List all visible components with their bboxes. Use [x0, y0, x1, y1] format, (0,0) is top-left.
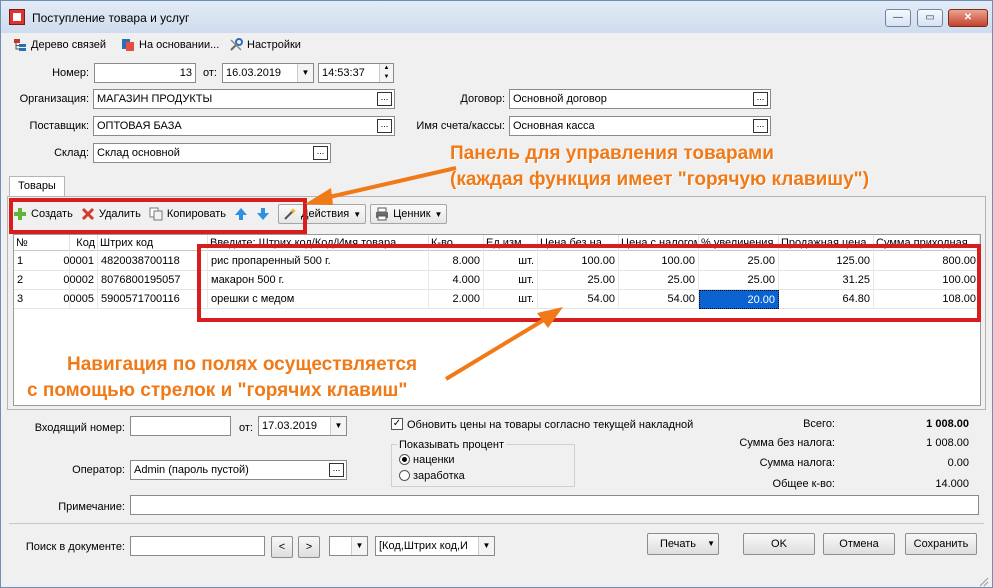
- without-tax-value: 1 008.00: [926, 437, 969, 449]
- tax-label: Сумма налога:: [759, 457, 835, 469]
- total-value: 1 008.00: [926, 418, 969, 430]
- earnings-radio-label: заработка: [413, 470, 465, 482]
- operator-select-button[interactable]: ...: [329, 463, 344, 477]
- chevron-down-icon[interactable]: ▼: [330, 417, 346, 435]
- incoming-from-label: от:: [239, 422, 253, 434]
- incoming-date-value: 17.03.2019: [262, 420, 318, 432]
- note-label: Примечание:: [58, 501, 125, 513]
- note-field[interactable]: [130, 495, 979, 515]
- markup-radio[interactable]: [399, 454, 410, 465]
- annotation-panel-line1: Панель для управления товарами: [450, 143, 774, 164]
- arrowhead-table: [537, 307, 563, 328]
- search-mode-select[interactable]: ▼: [329, 536, 368, 556]
- percent-group-label: Показывать процент: [397, 439, 507, 451]
- chevron-down-icon[interactable]: ▼: [707, 534, 715, 554]
- qty-value: 14.000: [935, 478, 969, 490]
- update-prices-checkbox[interactable]: ✓: [391, 418, 403, 430]
- total-label: Всего:: [803, 418, 835, 430]
- markup-radio-label: наценки: [413, 454, 455, 466]
- resize-grip-icon[interactable]: [977, 575, 989, 587]
- earnings-radio[interactable]: [399, 470, 410, 481]
- incoming-number-label: Входящий номер:: [34, 422, 125, 434]
- arrow-to-table: [444, 316, 549, 381]
- search-prev-button[interactable]: <: [271, 536, 293, 558]
- operator-field[interactable]: Admin (пароль пустой) ...: [130, 460, 347, 480]
- search-input[interactable]: [130, 536, 265, 556]
- annotation-nav-line1: Навигация по полях осуществляется: [67, 354, 418, 375]
- print-label: Печать: [659, 538, 697, 550]
- cancel-button[interactable]: Отмена: [823, 533, 895, 555]
- search-field-select[interactable]: [Код,Штрих код,И ▼: [375, 536, 495, 556]
- print-button[interactable]: Печать ▼: [647, 533, 719, 555]
- qty-label: Общее к-во:: [772, 478, 835, 490]
- arrowhead-toolbar: [305, 188, 333, 205]
- operator-label: Оператор:: [72, 464, 125, 476]
- chevron-down-icon[interactable]: ▼: [478, 537, 494, 555]
- search-label: Поиск в документе:: [25, 541, 125, 553]
- incoming-date-picker[interactable]: 17.03.2019 ▼: [258, 416, 347, 436]
- arrow-to-toolbar: [324, 166, 457, 200]
- divider: [9, 523, 984, 524]
- annotation-nav-line2: с помощью стрелок и "горячих клавиш": [27, 380, 408, 401]
- ok-button[interactable]: OK: [743, 533, 815, 555]
- tax-value: 0.00: [947, 457, 969, 469]
- search-next-button[interactable]: >: [298, 536, 320, 558]
- annotation-panel-line2: (каждая функция имеет "горячую клавишу"): [450, 169, 870, 190]
- without-tax-label: Сумма без налога:: [739, 437, 835, 449]
- incoming-number-field[interactable]: [130, 416, 231, 436]
- document-window: Поступление товара и услуг — ▭ ✕ Дерево …: [0, 0, 993, 588]
- chevron-down-icon[interactable]: ▼: [351, 537, 367, 555]
- save-button[interactable]: Сохранить: [905, 533, 977, 555]
- search-field-value: [Код,Штрих код,И: [379, 540, 468, 552]
- operator-value: Admin (пароль пустой): [134, 464, 249, 476]
